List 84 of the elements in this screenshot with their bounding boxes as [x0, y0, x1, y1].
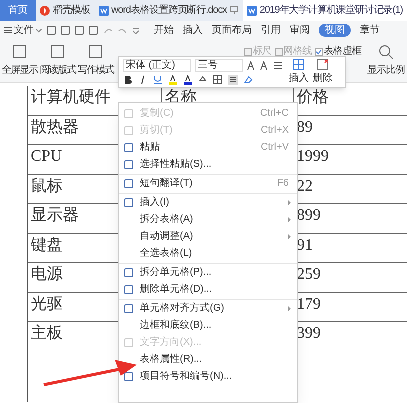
- insert-button[interactable]: 插入: [289, 58, 309, 86]
- table-cell: 89: [297, 118, 313, 136]
- ribbon-tab[interactable]: 审阅: [290, 24, 310, 37]
- shrink-font-icon[interactable]: [260, 60, 269, 70]
- underline-icon[interactable]: [153, 75, 163, 85]
- menu-item[interactable]: 选择性粘贴(S)...: [119, 156, 297, 175]
- check-icon: [316, 48, 322, 54]
- bold-icon[interactable]: [123, 75, 133, 85]
- submenu-arrow-icon: [288, 306, 292, 312]
- table-cell: 电源: [31, 266, 63, 283]
- menu-item[interactable]: 拆分表格(A): [119, 211, 297, 228]
- ribbon-tab[interactable]: 章节: [360, 24, 380, 37]
- checkbox-label: 网格线: [284, 44, 312, 59]
- flame-icon: [40, 6, 50, 16]
- font-color-icon[interactable]: [183, 75, 193, 85]
- table-cell: 显示器: [31, 207, 79, 224]
- line-spacing-icon[interactable]: [273, 60, 283, 70]
- menu-item[interactable]: 项目符号和编号(N)...: [119, 368, 297, 385]
- menu-item-icon: [124, 338, 134, 348]
- ribbon-button[interactable]: 阅读版式: [40, 44, 76, 78]
- table-cell: 22: [297, 178, 313, 194]
- ribbon-tab[interactable]: 引用: [261, 24, 281, 37]
- checkbox[interactable]: [274, 48, 283, 56]
- submenu-arrow-icon: [288, 200, 292, 206]
- table-cell: 鼠标: [31, 178, 63, 194]
- table-insert-icon: [293, 58, 305, 70]
- menu-item[interactable]: 全选表格(L): [119, 245, 297, 264]
- ribbon-tab[interactable]: 开始: [154, 24, 174, 37]
- ribbon-button[interactable]: 全屏显示: [2, 44, 38, 78]
- checkbox-label: 表格虚框: [324, 44, 362, 59]
- table-cell: 1999: [297, 148, 329, 165]
- submenu-arrow-icon: [288, 234, 292, 240]
- size-dropdown[interactable]: 三号: [195, 59, 243, 72]
- magnifier-icon: [378, 44, 394, 60]
- table-cell: 散热器: [31, 118, 79, 136]
- document-tab[interactable]: 首页: [0, 0, 36, 21]
- shortcut-text: F6: [277, 177, 289, 191]
- table-cell: 259: [297, 266, 321, 283]
- eraser-icon[interactable]: [243, 75, 253, 85]
- menu-item[interactable]: 自动调整(A): [119, 228, 297, 245]
- grow-font-icon[interactable]: [247, 60, 256, 70]
- zoom-button[interactable]: 显示比例: [367, 44, 405, 78]
- table-delete-icon: [317, 58, 329, 70]
- table-cell: 光驱: [31, 296, 63, 312]
- table-cell: 399: [297, 325, 321, 342]
- dropdown-icon[interactable]: [133, 28, 139, 34]
- menu-item[interactable]: 短句翻译(T) F6: [119, 175, 297, 194]
- ribbon-tab[interactable]: 页面布局: [212, 24, 252, 37]
- menu-icon: [4, 27, 12, 34]
- table-cell: 键盘: [31, 236, 63, 254]
- table-cell: 179: [297, 296, 321, 312]
- table-cell: CPU: [31, 148, 62, 165]
- border-icon[interactable]: [213, 75, 223, 85]
- ribbon-tab[interactable]: 插入: [183, 24, 203, 37]
- table-cell: 899: [297, 207, 321, 224]
- caret-icon: [36, 28, 42, 32]
- checkbox[interactable]: [314, 48, 323, 56]
- delete-button[interactable]: 删除: [313, 58, 333, 86]
- monitor-icon: [230, 6, 239, 15]
- document-tab[interactable]: 2019年大学计算机课堂研讨记录(1): [242, 0, 407, 21]
- menu-item[interactable]: 单元格对齐方式(G): [119, 300, 297, 317]
- align-icon[interactable]: [228, 75, 238, 85]
- checkbox-label: 标尺: [252, 44, 272, 59]
- ribbon-tab[interactable]: 视图: [319, 24, 351, 37]
- shortcut-text: Ctrl+X: [260, 124, 289, 138]
- submenu-arrow-icon: [288, 216, 292, 222]
- menu-item[interactable]: 边框和底纹(B)...: [119, 317, 297, 334]
- ribbon-button[interactable]: 写作模式: [78, 44, 114, 78]
- table-cell: 91: [297, 236, 313, 254]
- checkbox[interactable]: [244, 48, 252, 56]
- menu-item[interactable]: 粘贴 Ctrl+V: [119, 139, 297, 156]
- shortcut-text: Ctrl+V: [260, 141, 289, 155]
- menu-item[interactable]: 表格属性(R)...: [119, 351, 297, 368]
- menu-item[interactable]: 插入(I): [119, 194, 297, 211]
- shortcut-text: Ctrl+C: [260, 107, 289, 121]
- highlight-icon[interactable]: [168, 75, 178, 85]
- menu-item[interactable]: 删除单元格(D)...: [119, 281, 297, 300]
- font-dropdown[interactable]: 宋体 (正文): [123, 59, 191, 72]
- table-cell: 计算机硬件: [31, 89, 111, 106]
- menu-item[interactable]: 拆分单元格(P)...: [119, 264, 297, 281]
- file-menu[interactable]: 文件: [4, 23, 42, 38]
- menu-item-icon: [124, 372, 134, 382]
- table-cell: 主板: [31, 325, 63, 342]
- table-cell: 价格: [297, 89, 329, 106]
